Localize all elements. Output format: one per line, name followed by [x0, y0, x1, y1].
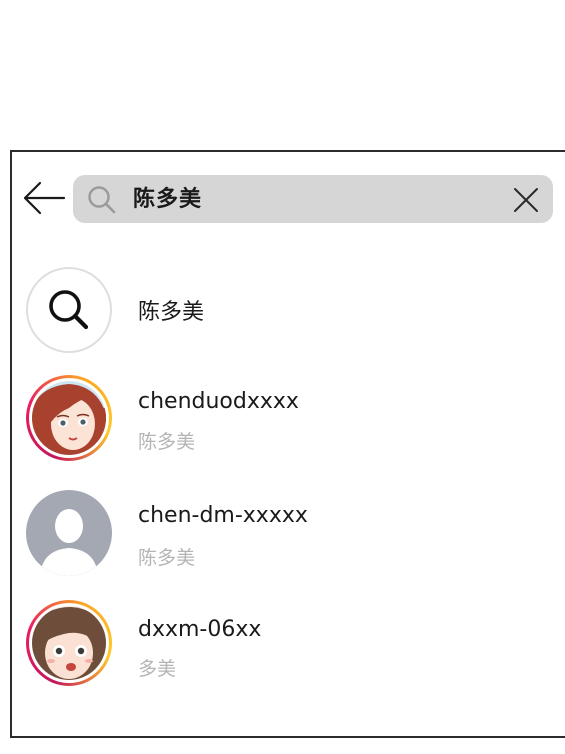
user-result-row[interactable]: dxxm-06xx 多美	[26, 600, 546, 690]
search-query-text: 陈多美	[133, 187, 203, 212]
default-avatar-icon	[26, 490, 112, 576]
display-name: 陈多美	[138, 547, 196, 569]
search-suggestion-icon	[26, 267, 112, 353]
display-name: 陈多美	[138, 431, 196, 453]
back-arrow-icon[interactable]	[22, 180, 66, 216]
avatar	[26, 600, 112, 686]
user-result-row[interactable]: chenduodxxxx 陈多美	[26, 375, 546, 465]
user-result-row[interactable]: chen-dm-xxxxx 陈多美	[26, 490, 546, 580]
username: chenduodxxxx	[138, 389, 299, 414]
screenshot-canvas: 陈多美 陈多美 chenduodxxxx 陈多美 chen-dm-xxxxx 陈…	[0, 0, 565, 754]
close-icon[interactable]	[513, 187, 539, 213]
search-input[interactable]: 陈多美	[73, 175, 553, 223]
username: dxxm-06xx	[138, 617, 262, 642]
search-suggestion-row[interactable]: 陈多美	[26, 267, 546, 357]
display-name: 多美	[138, 658, 177, 680]
suggestion-label: 陈多美	[138, 300, 205, 325]
username: chen-dm-xxxxx	[138, 503, 308, 528]
avatar	[26, 375, 112, 461]
search-icon	[87, 185, 117, 215]
